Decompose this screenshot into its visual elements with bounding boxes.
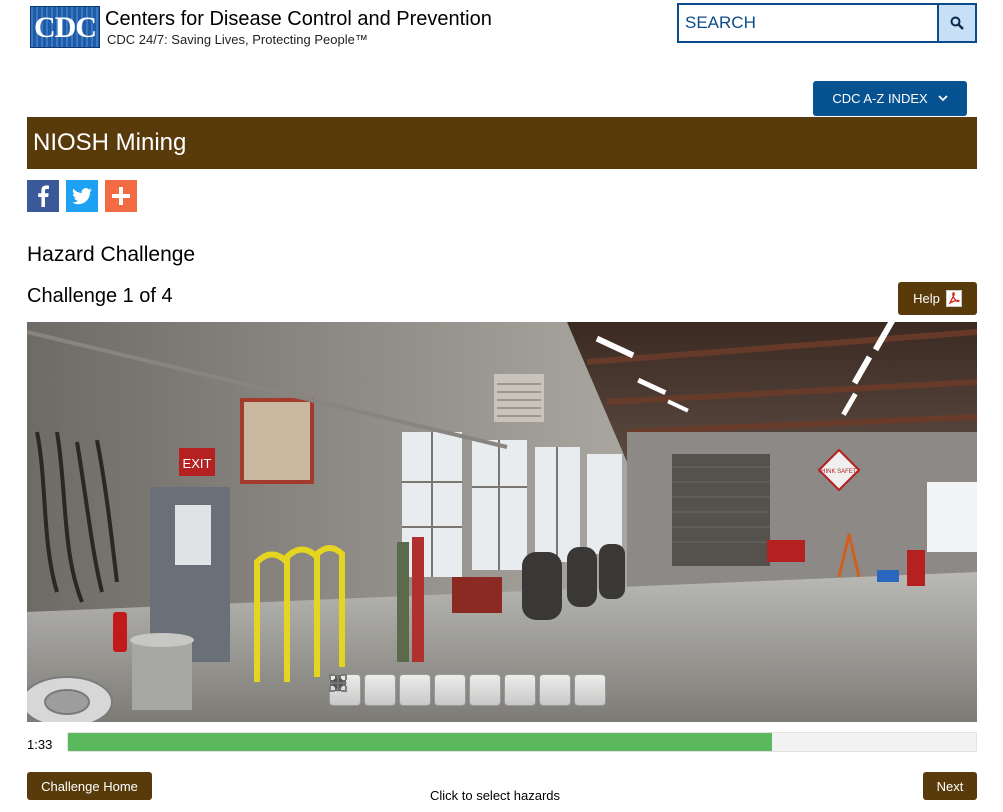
az-index-label: CDC A-Z INDEX: [832, 91, 928, 106]
site-title-bar: NIOSH Mining: [27, 117, 977, 169]
plus-icon: [112, 187, 130, 205]
fullscreen-icon: [329, 674, 347, 692]
org-tagline: CDC 24/7: Saving Lives, Protecting Peopl…: [107, 32, 368, 47]
az-index-button[interactable]: CDC A-Z INDEX: [813, 81, 967, 116]
svg-text:THINK SAFETY: THINK SAFETY: [817, 469, 860, 475]
panorama-viewer[interactable]: EXIT THINK SAFETY: [27, 322, 977, 722]
panorama-controls: [329, 674, 606, 706]
instruction-text: Click to select hazards: [429, 788, 561, 803]
addthis-share-button[interactable]: [105, 180, 137, 212]
zoom-out-button[interactable]: [330, 674, 396, 706]
pan-left-button[interactable]: [330, 674, 431, 706]
search-input[interactable]: [679, 5, 937, 41]
warehouse-panorama-image: EXIT THINK SAFETY: [27, 322, 977, 722]
page-title: Hazard Challenge: [27, 243, 196, 266]
timer-text: 1:33: [27, 737, 53, 752]
pdf-icon: [945, 290, 962, 307]
site-title[interactable]: NIOSH Mining: [33, 129, 186, 157]
search-button[interactable]: [937, 5, 975, 41]
help-button[interactable]: Help: [898, 282, 977, 315]
svg-text:EXIT: EXIT: [183, 456, 212, 471]
facebook-icon: [38, 185, 49, 207]
twitter-icon: [72, 187, 92, 204]
timer-progress-bar: [67, 732, 977, 752]
search-bar: [677, 3, 977, 43]
challenge-counter: Challenge 1 of 4: [27, 285, 173, 307]
pan-down-button[interactable]: [331, 674, 536, 706]
pan-up-button[interactable]: [331, 674, 501, 706]
fullscreen-button[interactable]: [329, 674, 606, 706]
help-label: Help: [913, 291, 940, 306]
cdc-logo[interactable]: CDC: [30, 6, 100, 48]
timer-progress-fill: [68, 733, 772, 751]
next-button[interactable]: Next: [923, 772, 977, 800]
logo-text: CDC: [34, 11, 97, 44]
chevron-down-icon: [938, 95, 948, 102]
org-name[interactable]: Centers for Disease Control and Preventi…: [105, 8, 492, 31]
pan-right-button[interactable]: [330, 674, 466, 706]
twitter-share-button[interactable]: [66, 180, 98, 212]
search-icon: [950, 16, 964, 30]
move-button[interactable]: [329, 674, 571, 706]
facebook-share-button[interactable]: [27, 180, 59, 212]
